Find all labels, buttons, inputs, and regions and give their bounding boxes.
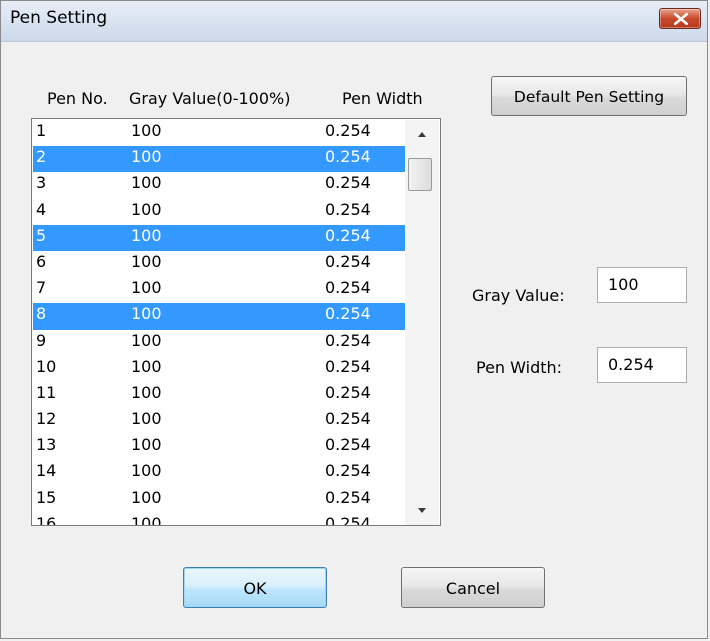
- pen-number-cell: 7: [36, 278, 47, 298]
- list-row[interactable]: 10 100 0.254: [33, 356, 405, 382]
- cancel-button[interactable]: Cancel: [401, 567, 545, 608]
- gray-value-cell: 100: [131, 199, 162, 219]
- gray-value-cell: 100: [131, 487, 162, 507]
- gray-value-cell: 100: [131, 330, 162, 350]
- close-icon: [674, 13, 688, 25]
- list-row[interactable]: 5 100 0.254: [33, 224, 405, 251]
- gray-value-cell: 100: [131, 435, 162, 455]
- pen-number-cell: 4: [36, 199, 47, 219]
- scroll-up-button[interactable]: [405, 120, 439, 146]
- pen-setting-dialog: Pen Setting Pen No. Gray Value(0-100%) P…: [0, 0, 708, 639]
- gray-value-cell: 100: [131, 513, 162, 526]
- vertical-scrollbar[interactable]: [405, 120, 439, 525]
- gray-value-input[interactable]: 100: [597, 267, 687, 303]
- list-row[interactable]: 1 100 0.254: [33, 120, 405, 146]
- pen-number-cell: 13: [36, 435, 57, 455]
- pen-width-label: Pen Width:: [476, 358, 563, 377]
- column-header-gray-value: Gray Value(0-100%): [129, 89, 291, 108]
- list-row[interactable]: 7 100 0.254: [33, 277, 405, 303]
- list-row[interactable]: 11 100 0.254: [33, 382, 405, 408]
- pen-width-cell: 0.254: [325, 251, 371, 271]
- gray-value-cell: 100: [131, 278, 162, 298]
- pen-number-cell: 1: [36, 121, 47, 140]
- column-header-pen-no: Pen No.: [47, 89, 108, 108]
- scroll-up-arrow-icon: [418, 132, 426, 137]
- pen-width-cell: 0.254: [325, 487, 371, 507]
- gray-value-cell: 100: [131, 121, 162, 140]
- pen-number-cell: 2: [36, 147, 47, 167]
- gray-value-label: Gray Value:: [472, 286, 565, 305]
- pen-width-cell: 0.254: [325, 304, 371, 324]
- gray-value-cell: 100: [131, 147, 162, 167]
- ok-button[interactable]: OK: [183, 567, 327, 608]
- gray-value-cell: 100: [131, 409, 162, 429]
- pen-width-cell: 0.254: [325, 225, 371, 245]
- pen-number-cell: 5: [36, 225, 47, 245]
- default-pen-setting-button[interactable]: Default Pen Setting: [491, 76, 687, 116]
- gray-value-cell: 100: [131, 173, 162, 193]
- pen-width-cell: 0.254: [325, 278, 371, 298]
- scroll-down-arrow-icon: [418, 508, 426, 513]
- list-row[interactable]: 13 100 0.254: [33, 434, 405, 460]
- scroll-thumb[interactable]: [408, 158, 432, 191]
- pen-number-cell: 10: [36, 356, 57, 376]
- pen-number-cell: 15: [36, 487, 57, 507]
- pen-width-cell: 0.254: [325, 435, 371, 455]
- pen-number-cell: 6: [36, 251, 47, 271]
- list-row[interactable]: 9 100 0.254: [33, 330, 405, 356]
- list-row[interactable]: 3 100 0.254: [33, 172, 405, 198]
- pen-number-cell: 14: [36, 461, 57, 481]
- gray-value-cell: 100: [131, 356, 162, 376]
- window-title: Pen Setting: [10, 8, 108, 28]
- gray-value-cell: 100: [131, 304, 162, 324]
- list-row[interactable]: 8 100 0.254: [33, 303, 405, 330]
- pen-width-cell: 0.254: [325, 173, 371, 193]
- pen-number-cell: 16: [36, 513, 57, 526]
- pen-width-cell: 0.254: [325, 382, 371, 402]
- column-header-pen-width: Pen Width: [342, 89, 423, 108]
- pen-width-cell: 0.254: [325, 513, 371, 526]
- pen-width-cell: 0.254: [325, 409, 371, 429]
- gray-value-cell: 100: [131, 225, 162, 245]
- pen-list-rows: 1 100 0.254 2 100 0.254 3 100 0.254 4 100 0.254 5 100…: [33, 120, 405, 526]
- scroll-down-button[interactable]: [405, 499, 439, 525]
- pen-width-cell: 0.254: [325, 356, 371, 376]
- gray-value-cell: 100: [131, 461, 162, 481]
- gray-value-cell: 100: [131, 382, 162, 402]
- close-button[interactable]: [659, 8, 701, 29]
- pen-width-cell: 0.254: [325, 147, 371, 167]
- pen-width-cell: 0.254: [325, 461, 371, 481]
- pen-list[interactable]: 1 100 0.254 2 100 0.254 3 100 0.254 4 100 0.254 5 100…: [31, 118, 441, 526]
- pen-number-cell: 11: [36, 382, 57, 402]
- pen-width-cell: 0.254: [325, 121, 371, 140]
- list-row[interactable]: 4 100 0.254: [33, 199, 405, 225]
- list-row[interactable]: 14 100 0.254: [33, 460, 405, 486]
- list-row[interactable]: 15 100 0.254: [33, 487, 405, 513]
- title-bar[interactable]: Pen Setting: [1, 1, 707, 42]
- list-row[interactable]: 2 100 0.254: [33, 146, 405, 173]
- pen-number-cell: 9: [36, 330, 47, 350]
- pen-width-cell: 0.254: [325, 199, 371, 219]
- pen-width-cell: 0.254: [325, 330, 371, 350]
- list-row[interactable]: 12 100 0.254: [33, 408, 405, 434]
- pen-width-input[interactable]: 0.254: [597, 347, 687, 383]
- list-row[interactable]: 16 100 0.254: [33, 513, 405, 526]
- pen-number-cell: 8: [36, 304, 47, 324]
- list-row[interactable]: 6 100 0.254: [33, 251, 405, 277]
- gray-value-cell: 100: [131, 251, 162, 271]
- pen-number-cell: 3: [36, 173, 47, 193]
- pen-number-cell: 12: [36, 409, 57, 429]
